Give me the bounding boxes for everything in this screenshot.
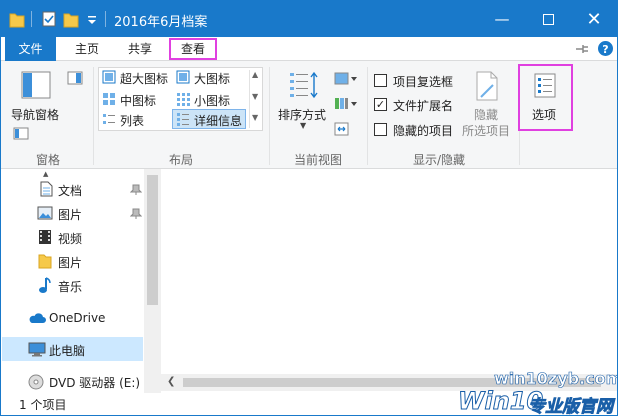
pin-ribbon-icon[interactable]: [575, 43, 589, 55]
layout-gallery-scroll[interactable]: ▲ ▼ ▼: [249, 70, 261, 128]
nav-scroll-thumb[interactable]: [147, 175, 158, 305]
small-icons-icon: [177, 93, 190, 106]
folder-icon: [9, 13, 25, 28]
hide-selected-label-2: 所选项目: [462, 124, 511, 138]
nav-item-label: 此电脑: [49, 344, 86, 358]
hidden-items-label: 隐藏的项目: [393, 124, 454, 138]
nav-scrollbar[interactable]: [144, 169, 161, 393]
group-show-hide-label: 显示/隐藏: [412, 153, 466, 167]
tab-file[interactable]: 文件: [5, 37, 56, 61]
ribbon-tabs: 文件 主页 共享 查看 ?: [1, 37, 617, 61]
options-label: 选项: [532, 108, 557, 122]
size-columns-icon[interactable]: [334, 121, 350, 137]
hidden-items-toggle[interactable]: [374, 123, 387, 136]
sort-dropdown-arrow: ▼: [300, 121, 307, 130]
details-pane-icon[interactable]: [13, 127, 29, 140]
file-list-area[interactable]: [161, 169, 617, 393]
music-icon: [39, 277, 51, 293]
layout-small[interactable]: 小图标: [194, 92, 230, 109]
large-icons-icon: [176, 70, 190, 84]
tab-home[interactable]: 主页: [63, 37, 111, 61]
layout-details[interactable]: 详细信息: [194, 112, 242, 129]
close-button[interactable]: ✕: [571, 1, 617, 37]
group-by-icon[interactable]: [334, 71, 358, 87]
svg-text:?: ?: [602, 43, 608, 56]
layout-medium[interactable]: 中图标: [120, 92, 156, 109]
pin-icon[interactable]: [130, 207, 142, 219]
title-bar: 2016年6月档案 — ✕: [1, 1, 617, 37]
nav-item-music[interactable]: 音乐: [1, 273, 144, 297]
new-folder-icon[interactable]: [63, 10, 79, 28]
video-icon: [39, 230, 51, 244]
minimize-icon: —: [494, 10, 510, 28]
sort-by-icon: [290, 71, 318, 99]
preview-pane-icon[interactable]: [67, 71, 83, 85]
customize-qat-icon[interactable]: [86, 10, 98, 28]
help-icon[interactable]: ?: [597, 40, 614, 57]
tab-share[interactable]: 共享: [115, 37, 165, 61]
dvd-icon: [28, 374, 44, 390]
nav-item-label: OneDrive: [49, 311, 106, 325]
nav-item-label: 文档: [58, 184, 83, 198]
document-icon: [40, 181, 53, 197]
watermark-url: win10zyb.com: [494, 369, 618, 389]
explorer-window: 2016年6月档案 — ✕ 文件 主页 共享 查看 ? 导航窗格 窗格 超大图标…: [0, 0, 618, 416]
maximize-button[interactable]: [525, 1, 571, 37]
options-icon: [534, 73, 556, 98]
layout-list[interactable]: 列表: [120, 112, 144, 129]
nav-item-videos[interactable]: 视频: [1, 225, 144, 249]
details-icon: [177, 113, 189, 126]
scroll-left-icon[interactable]: ❮: [167, 376, 175, 387]
nav-item-pictures[interactable]: 图片: [1, 201, 144, 225]
minimize-button[interactable]: —: [479, 1, 525, 37]
nav-item-onedrive[interactable]: OneDrive: [1, 306, 144, 330]
tab-view[interactable]: 查看: [169, 38, 217, 60]
list-icon: [103, 114, 115, 124]
navigation-pane: ▲ 文档 图片 视频 图片 音乐 OneDrive 此电脑 DVD 驱动器 (E…: [1, 169, 161, 405]
extra-large-icons-icon: [102, 70, 116, 84]
navigation-pane-icon: [21, 71, 51, 99]
file-extensions-label: 文件扩展名: [393, 99, 454, 113]
item-checkboxes-toggle[interactable]: [374, 74, 387, 87]
maximize-icon: [542, 13, 554, 25]
layout-large[interactable]: 大图标: [194, 70, 230, 87]
group-current-view-label: 当前视图: [293, 153, 342, 167]
options-button[interactable]: 选项: [518, 64, 573, 131]
group-panes-label: 窗格: [35, 153, 60, 167]
computer-icon: [28, 342, 46, 357]
watermark-brand-b: 专业版官网: [528, 397, 614, 416]
picture-icon: [37, 206, 53, 220]
hide-selected-icon: [476, 71, 498, 101]
hide-selected-label-1: 隐藏: [474, 108, 499, 122]
nav-item-label: 图片: [58, 256, 83, 270]
nav-item-dvd[interactable]: DVD 驱动器 (E:) S: [1, 369, 144, 405]
nav-item-this-pc[interactable]: 此电脑: [2, 337, 143, 361]
close-icon: ✕: [586, 8, 602, 30]
add-columns-icon[interactable]: [334, 96, 358, 112]
item-count: 1 个项目: [19, 398, 67, 412]
window-title: 2016年6月档案: [114, 15, 208, 30]
layout-extra-large[interactable]: 超大图标: [120, 70, 168, 87]
group-layout-label: 布局: [168, 153, 193, 167]
file-extensions-toggle[interactable]: ✓: [374, 98, 387, 111]
nav-item-label: 音乐: [58, 280, 83, 294]
nav-item-label: 图片: [58, 208, 83, 222]
nav-pane-button[interactable]: 导航窗格: [11, 106, 59, 123]
nav-item-label: 视频: [58, 232, 83, 246]
ribbon: 导航窗格 窗格 超大图标 大图标 中图标 小图标 列表 详细信息 ▲ ▼ ▼ 布…: [1, 61, 617, 169]
properties-icon[interactable]: [41, 10, 57, 28]
medium-icons-icon: [103, 93, 115, 105]
nav-item-pictures-folder[interactable]: 图片: [1, 249, 144, 273]
cloud-icon: [29, 313, 46, 323]
nav-item-documents[interactable]: 文档: [1, 177, 144, 201]
item-checkboxes-label: 项目复选框: [393, 75, 454, 89]
folder-icon: [38, 254, 52, 269]
pin-icon[interactable]: [130, 183, 142, 195]
